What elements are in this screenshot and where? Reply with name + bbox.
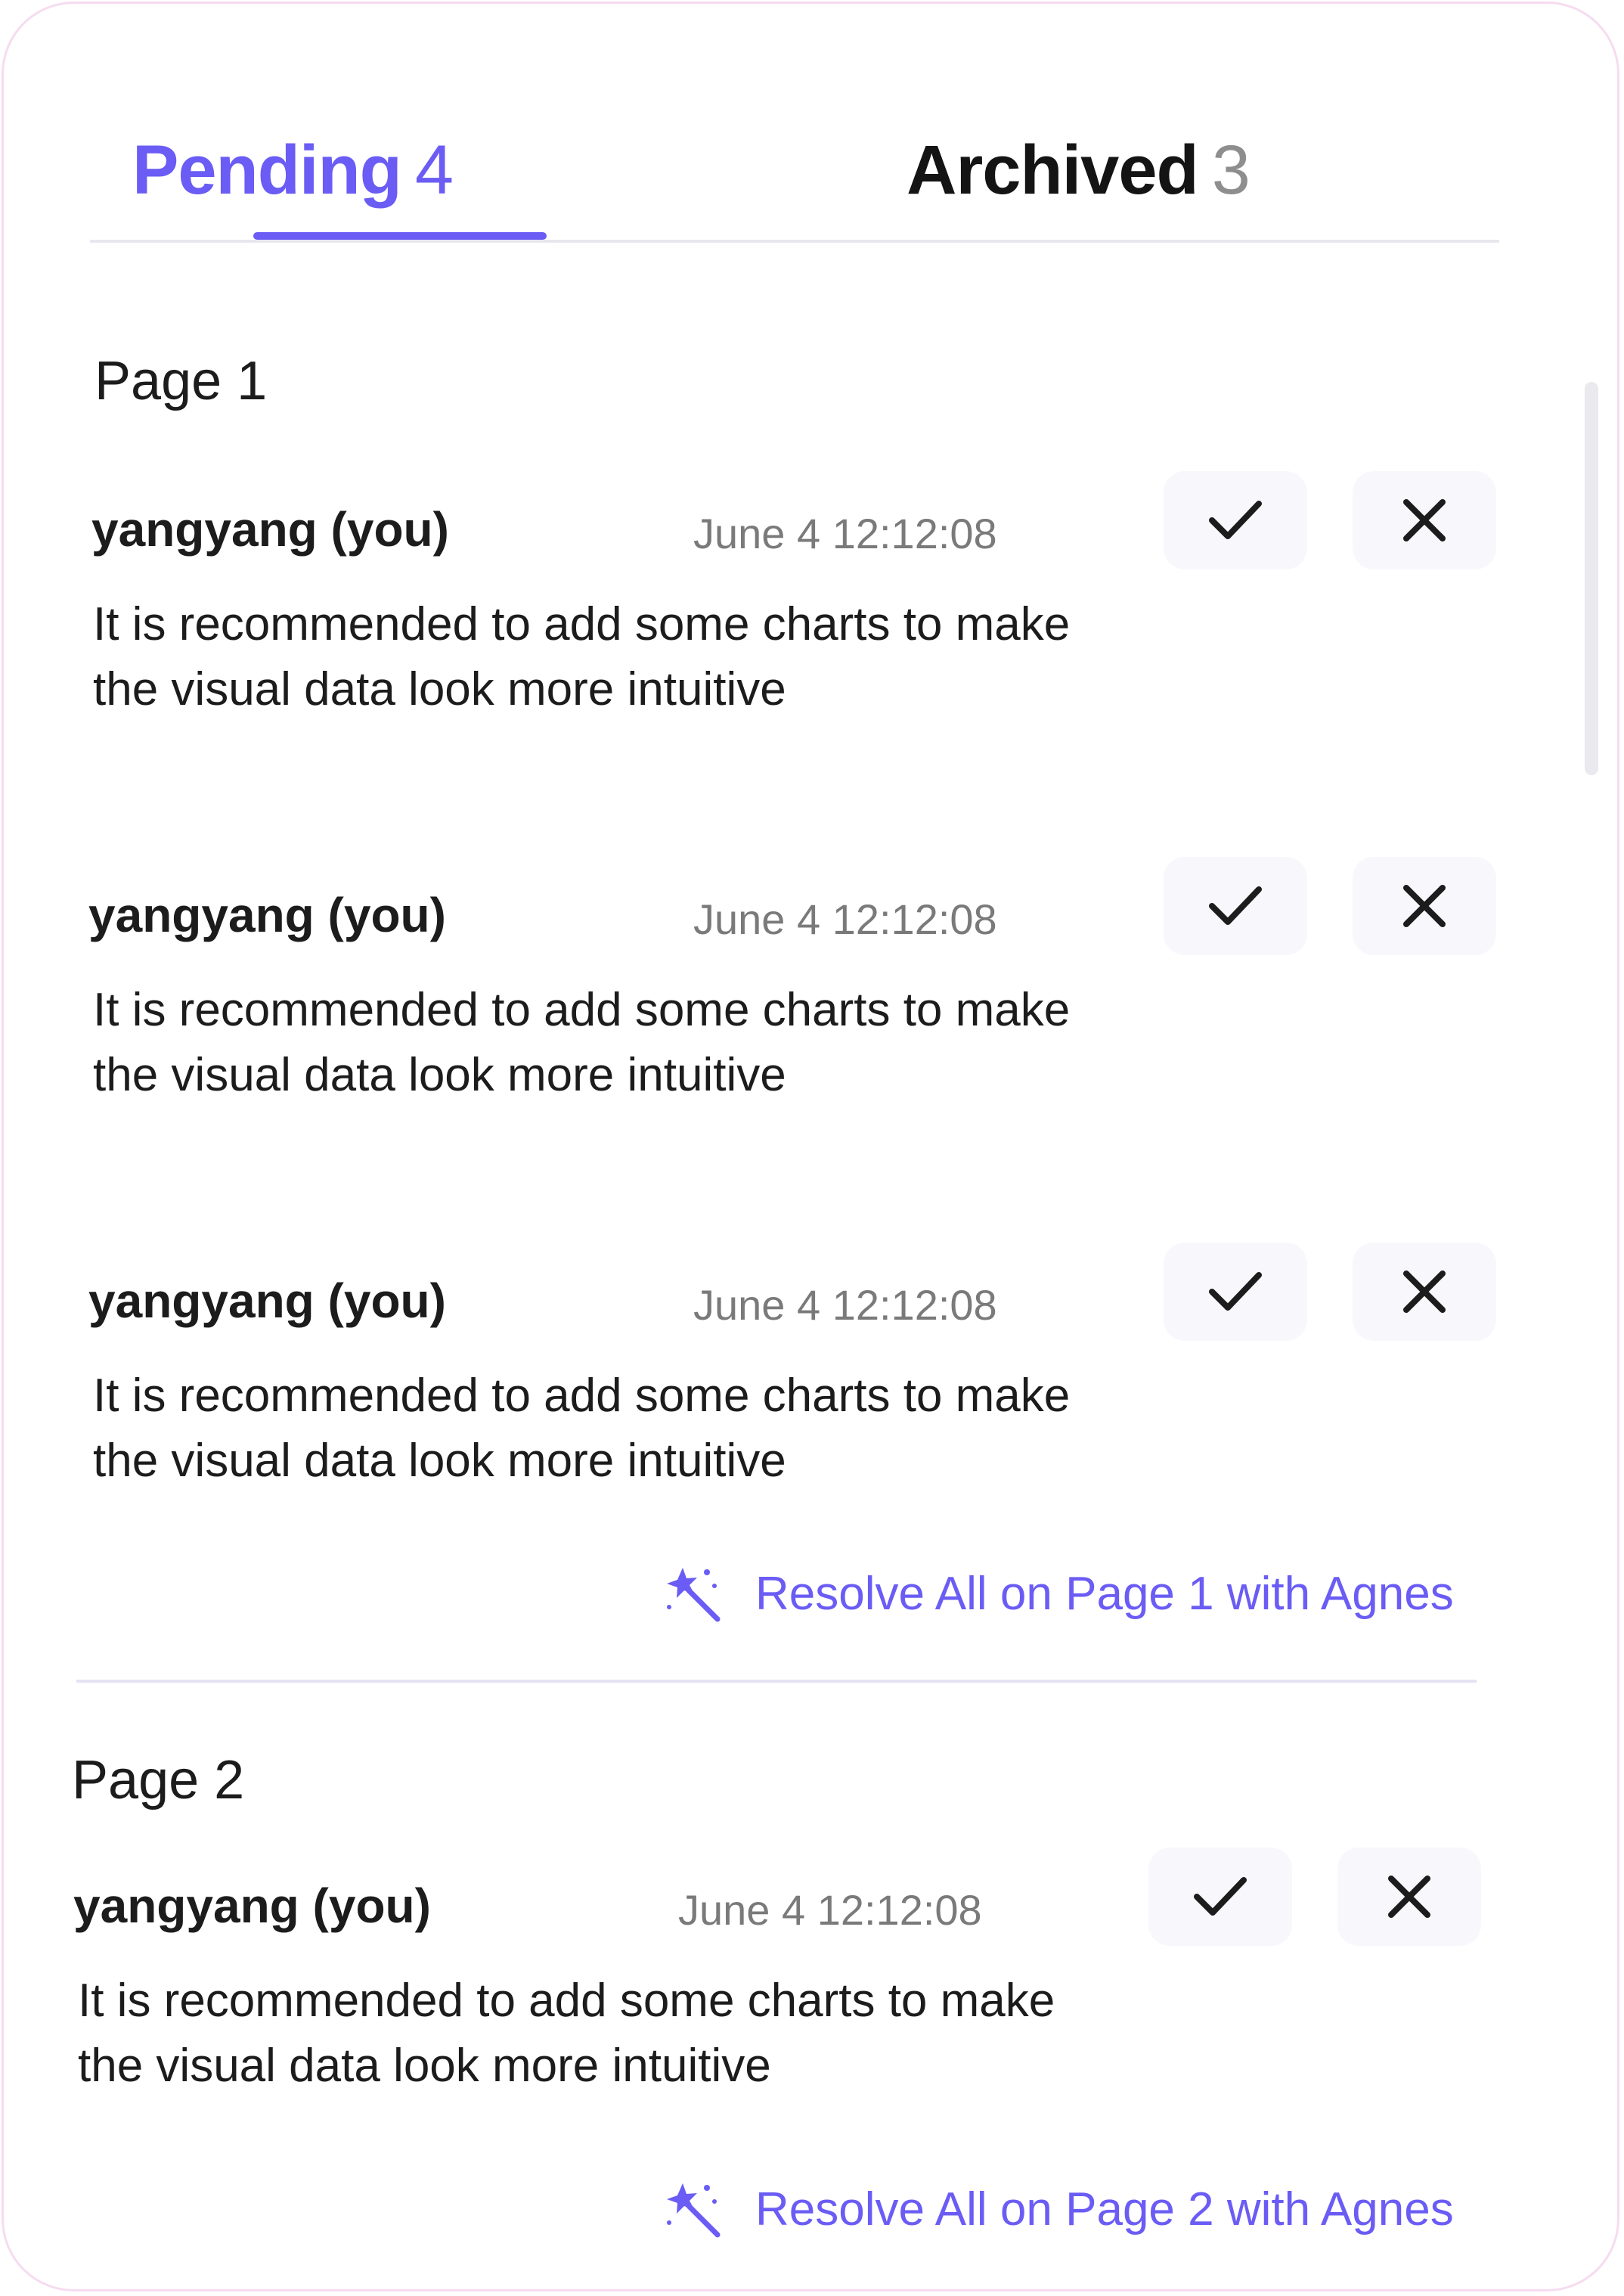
accept-button[interactable] bbox=[1148, 1848, 1292, 1946]
close-icon bbox=[1403, 885, 1446, 927]
magic-wand-icon bbox=[667, 1568, 721, 1622]
comment-author: yangyang (you) bbox=[88, 888, 446, 942]
accept-button[interactable] bbox=[1164, 857, 1307, 955]
comment-item: yangyang (you) June 4 12:12:08 It is rec… bbox=[73, 1848, 1495, 2150]
tab-pending[interactable]: Pending 4 bbox=[132, 131, 454, 210]
tab-pending-count: 4 bbox=[414, 132, 454, 209]
check-icon bbox=[1209, 886, 1262, 925]
close-icon bbox=[1403, 1271, 1446, 1313]
page-divider bbox=[76, 1680, 1477, 1683]
resolve-all-page-2-button[interactable]: Resolve All on Page 2 with Agnes bbox=[662, 2179, 1454, 2239]
comment-body: It is recommended to add some charts to … bbox=[93, 598, 1071, 715]
comment-timestamp: June 4 12:12:08 bbox=[678, 1886, 982, 1934]
comments-panel: Pending 4 Archived 3 Page 1 yangyang (you)… bbox=[2, 2, 1619, 2291]
resolve-all-label: Resolve All on Page 2 with Agnes bbox=[755, 2183, 1454, 2235]
tab-archived-count: 3 bbox=[1211, 132, 1251, 209]
reject-button[interactable] bbox=[1337, 1848, 1481, 1946]
comment-item: yangyang (you) June 4 12:12:08 It is rec… bbox=[91, 471, 1513, 774]
comment-author: yangyang (you) bbox=[88, 1274, 446, 1328]
comment-author: yangyang (you) bbox=[91, 502, 449, 557]
resolve-all-page-1-button[interactable]: Resolve All on Page 1 with Agnes bbox=[662, 1563, 1454, 1624]
check-icon bbox=[1194, 1877, 1247, 1916]
active-tab-indicator bbox=[253, 232, 547, 240]
comment-item: yangyang (you) June 4 12:12:08 It is rec… bbox=[88, 857, 1510, 1159]
comment-timestamp: June 4 12:12:08 bbox=[693, 1281, 997, 1329]
comment-body: It is recommended to add some charts to … bbox=[93, 984, 1071, 1101]
close-icon bbox=[1403, 499, 1446, 541]
comment-timestamp: June 4 12:12:08 bbox=[693, 895, 997, 943]
resolve-all-label: Resolve All on Page 1 with Agnes bbox=[755, 1567, 1454, 1620]
page-2-title: Page 2 bbox=[72, 1750, 245, 1810]
comment-item: yangyang (you) June 4 12:12:08 It is rec… bbox=[88, 1243, 1510, 1545]
comment-body: It is recommended to add some charts to … bbox=[93, 1370, 1071, 1487]
tab-archived[interactable]: Archived 3 bbox=[907, 131, 1251, 210]
page-1-title: Page 1 bbox=[95, 351, 268, 411]
comment-body: It is recommended to add some charts to … bbox=[78, 1975, 1055, 2092]
tab-archived-label: Archived bbox=[907, 132, 1199, 209]
tab-pending-label: Pending bbox=[132, 132, 402, 209]
comment-author: yangyang (you) bbox=[73, 1879, 431, 1933]
scrollbar-thumb[interactable] bbox=[1585, 382, 1598, 775]
reject-button[interactable] bbox=[1353, 857, 1496, 955]
check-icon bbox=[1209, 1272, 1262, 1311]
reject-button[interactable] bbox=[1353, 471, 1496, 569]
comment-timestamp: June 4 12:12:08 bbox=[693, 510, 997, 557]
accept-button[interactable] bbox=[1164, 471, 1307, 569]
check-icon bbox=[1209, 501, 1262, 539]
magic-wand-icon bbox=[667, 2183, 721, 2238]
reject-button[interactable] bbox=[1353, 1243, 1496, 1341]
close-icon bbox=[1388, 1876, 1430, 1918]
accept-button[interactable] bbox=[1164, 1243, 1307, 1341]
